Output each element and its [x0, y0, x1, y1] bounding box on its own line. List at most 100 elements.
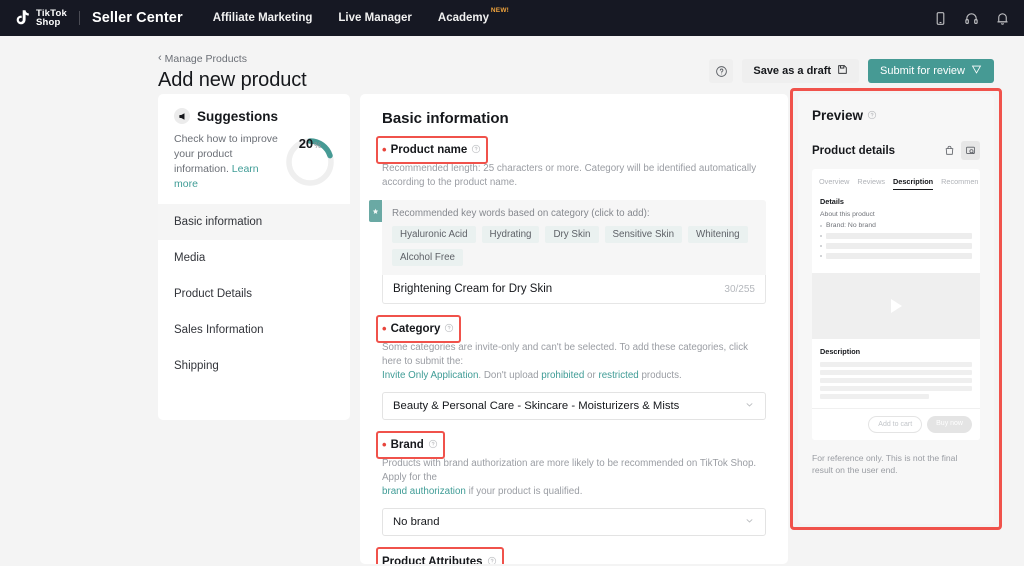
form-section-title: Basic information — [382, 110, 766, 127]
brand-hint: Products with brand authorization are mo… — [382, 457, 766, 499]
brand-hint-part1: Products with brand authorization are mo… — [382, 458, 756, 483]
preview-title-text: Preview — [812, 108, 863, 123]
chevron-down-icon — [744, 515, 755, 529]
preview-description-block: Description — [812, 339, 980, 408]
keyword-tag[interactable]: Alcohol Free — [392, 249, 463, 266]
submit-for-review-button[interactable]: Submit for review — [868, 59, 994, 83]
skeleton-bar — [826, 243, 972, 249]
nav-link-academy-label: Academy — [438, 12, 489, 24]
suggestions-body: Check how to improve your product inform… — [158, 124, 350, 192]
preview-skeleton-row — [820, 243, 972, 249]
preview-brand-row: Brand: No brand — [820, 222, 972, 229]
preview-cart-bar: Add to cart Buy now — [812, 408, 980, 440]
preview-tab-bar: Overview Reviews Description Recommen — [812, 169, 980, 190]
category-hint-or: or — [584, 370, 598, 381]
skeleton-bar — [826, 233, 972, 239]
product-name-value: Brightening Cream for Dry Skin — [393, 283, 552, 295]
preview-footer-note: For reference only. This is not the fina… — [812, 452, 980, 476]
shopping-bag-icon[interactable] — [940, 141, 959, 160]
skeleton-bar — [820, 370, 972, 375]
prohibited-link[interactable]: prohibited — [541, 370, 584, 381]
tiktok-shop-logo[interactable]: TikTok Shop — [14, 9, 67, 28]
brand-help-icon[interactable] — [428, 439, 438, 452]
sidebar-item-product-details[interactable]: Product Details — [158, 276, 350, 312]
category-select[interactable]: Beauty & Personal Care - Skincare - Mois… — [382, 392, 766, 420]
product-name-input[interactable]: Brightening Cream for Dry Skin 30/255 — [382, 275, 766, 304]
buy-now-button[interactable]: Buy now — [927, 416, 972, 433]
preview-panel: Preview Product details — [798, 94, 994, 524]
basic-information-form: Basic information • Product name Recomme… — [360, 94, 788, 564]
invite-only-application-link[interactable]: Invite Only Application — [382, 370, 478, 381]
megaphone-icon — [174, 108, 190, 124]
category-help-icon[interactable] — [444, 323, 454, 336]
brand-label: • Brand — [382, 439, 438, 452]
mobile-icon[interactable] — [933, 11, 948, 26]
keyword-tag[interactable]: Hydrating — [482, 226, 540, 243]
preview-brand-line: Brand: No brand — [826, 222, 876, 229]
preview-about-label: About this product — [820, 211, 972, 218]
product-name-label-text: Product name — [391, 144, 468, 156]
suggestions-header: Suggestions — [158, 108, 350, 124]
brand-section: • Brand Products with brand authorizatio… — [382, 436, 766, 536]
required-dot: • — [382, 325, 387, 333]
restricted-link[interactable]: restricted — [598, 370, 638, 381]
sidebar-panel: Suggestions Check how to improve your pr… — [158, 94, 350, 420]
product-attributes-label-text: Product Attributes — [382, 556, 483, 564]
sidebar-item-sales-information[interactable]: Sales Information — [158, 312, 350, 348]
suggestions-text: Check how to improve your product inform… — [174, 132, 282, 192]
preview-help-icon[interactable] — [867, 108, 877, 123]
required-dot: • — [382, 441, 387, 449]
bell-icon[interactable] — [995, 11, 1010, 26]
page-layout: Suggestions Check how to improve your pr… — [0, 94, 1024, 564]
keyword-suggestion-wrapper: Recommended key words based on category … — [382, 200, 766, 304]
skeleton-bar — [820, 378, 972, 383]
keyword-tag[interactable]: Hyaluronic Acid — [392, 226, 476, 243]
category-annotation: • Category — [382, 320, 454, 338]
preview-tab-description[interactable]: Description — [893, 177, 933, 190]
help-button[interactable] — [709, 59, 733, 83]
completion-progress-ring: 20 % — [284, 136, 336, 188]
nav-link-live-manager[interactable]: Live Manager — [338, 12, 412, 24]
send-icon — [971, 64, 982, 78]
preview-description-skeleton — [820, 362, 972, 399]
keyword-tag[interactable]: Dry Skin — [545, 226, 598, 243]
preview-tab-overview[interactable]: Overview — [819, 177, 849, 190]
category-hint: Some categories are invite-only and can'… — [382, 341, 766, 383]
keyword-suggestion-panel: Recommended key words based on category … — [382, 200, 766, 275]
sidebar-item-basic-information[interactable]: Basic information — [158, 204, 350, 240]
breadcrumb-manage-products[interactable]: ‹ Manage Products — [158, 53, 247, 65]
brand-select[interactable]: No brand — [382, 508, 766, 536]
preview-subheader: Product details — [812, 141, 980, 160]
sidebar-nav-list: Basic information Media Product Details … — [158, 204, 350, 384]
preview-details-block: Details About this product Brand: No bra… — [812, 190, 980, 267]
category-value: Beauty & Personal Care - Skincare - Mois… — [393, 400, 679, 412]
image-search-icon[interactable] — [961, 141, 980, 160]
product-name-help-icon[interactable] — [471, 144, 481, 157]
preview-tab-reviews[interactable]: Reviews — [857, 177, 885, 190]
required-dot: • — [382, 146, 387, 154]
keyword-tag[interactable]: Sensitive Skin — [605, 226, 683, 243]
bullet-dot — [820, 245, 822, 247]
sidebar-item-media[interactable]: Media — [158, 240, 350, 276]
suggestions-description: Check how to improve your product inform… — [174, 133, 278, 175]
skeleton-bar — [820, 394, 929, 399]
preview-video-placeholder[interactable] — [812, 273, 980, 339]
brand-authorization-link[interactable]: brand authorization — [382, 486, 466, 497]
keyword-panel-handle[interactable] — [369, 200, 382, 222]
save-as-draft-button[interactable]: Save as a draft — [742, 59, 859, 83]
add-to-cart-button[interactable]: Add to cart — [868, 416, 922, 433]
sidebar-item-shipping[interactable]: Shipping — [158, 348, 350, 384]
progress-label: 20 % — [284, 136, 336, 188]
brand-line-2: Shop — [36, 18, 67, 28]
skeleton-bar — [826, 253, 972, 259]
seller-center-title[interactable]: Seller Center — [92, 10, 183, 26]
nav-link-affiliate-marketing[interactable]: Affiliate Marketing — [213, 12, 313, 24]
headset-icon[interactable] — [964, 11, 979, 26]
keyword-tag[interactable]: Whitening — [688, 226, 748, 243]
nav-link-academy[interactable]: Academy NEW! — [438, 12, 489, 24]
suggestions-title: Suggestions — [197, 109, 278, 124]
product-attributes-help-icon[interactable] — [487, 556, 497, 565]
skeleton-bar — [820, 362, 972, 367]
save-icon — [837, 64, 848, 78]
preview-tab-recommend[interactable]: Recommen — [941, 177, 978, 190]
